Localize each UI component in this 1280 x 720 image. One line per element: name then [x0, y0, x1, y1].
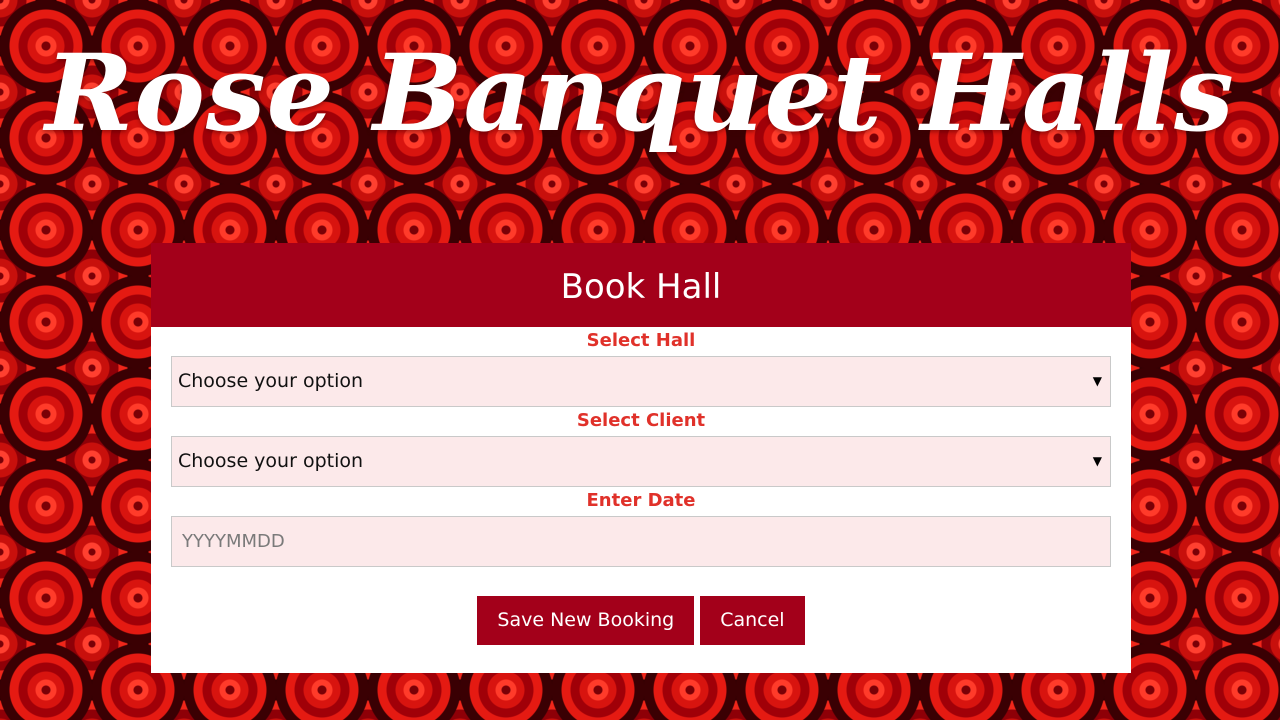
select-client-label: Select Client	[576, 410, 706, 431]
client-select[interactable]: Choose your option ▼	[171, 436, 1111, 487]
save-new-booking-button[interactable]: Save New Booking	[477, 596, 695, 645]
hall-select[interactable]: Choose your option ▼	[171, 356, 1111, 407]
enter-date-label: Enter Date	[586, 490, 696, 511]
chevron-down-icon: ▼	[1092, 374, 1102, 388]
chevron-down-icon: ▼	[1092, 454, 1102, 468]
form-heading: Book Hall	[151, 243, 1131, 327]
site-title: Rose Banquet Halls	[45, 30, 1235, 155]
client-select-value: Choose your option	[178, 450, 364, 472]
form-actions: Save New Booking Cancel	[171, 596, 1111, 645]
booking-form-card: Book Hall Select Hall Choose your option…	[151, 243, 1131, 673]
booking-form: Select Hall Choose your option ▼ Select …	[151, 327, 1131, 645]
date-input[interactable]	[171, 516, 1111, 567]
cancel-button[interactable]: Cancel	[700, 596, 805, 645]
hall-select-value: Choose your option	[178, 370, 364, 392]
select-hall-label: Select Hall	[586, 330, 696, 351]
